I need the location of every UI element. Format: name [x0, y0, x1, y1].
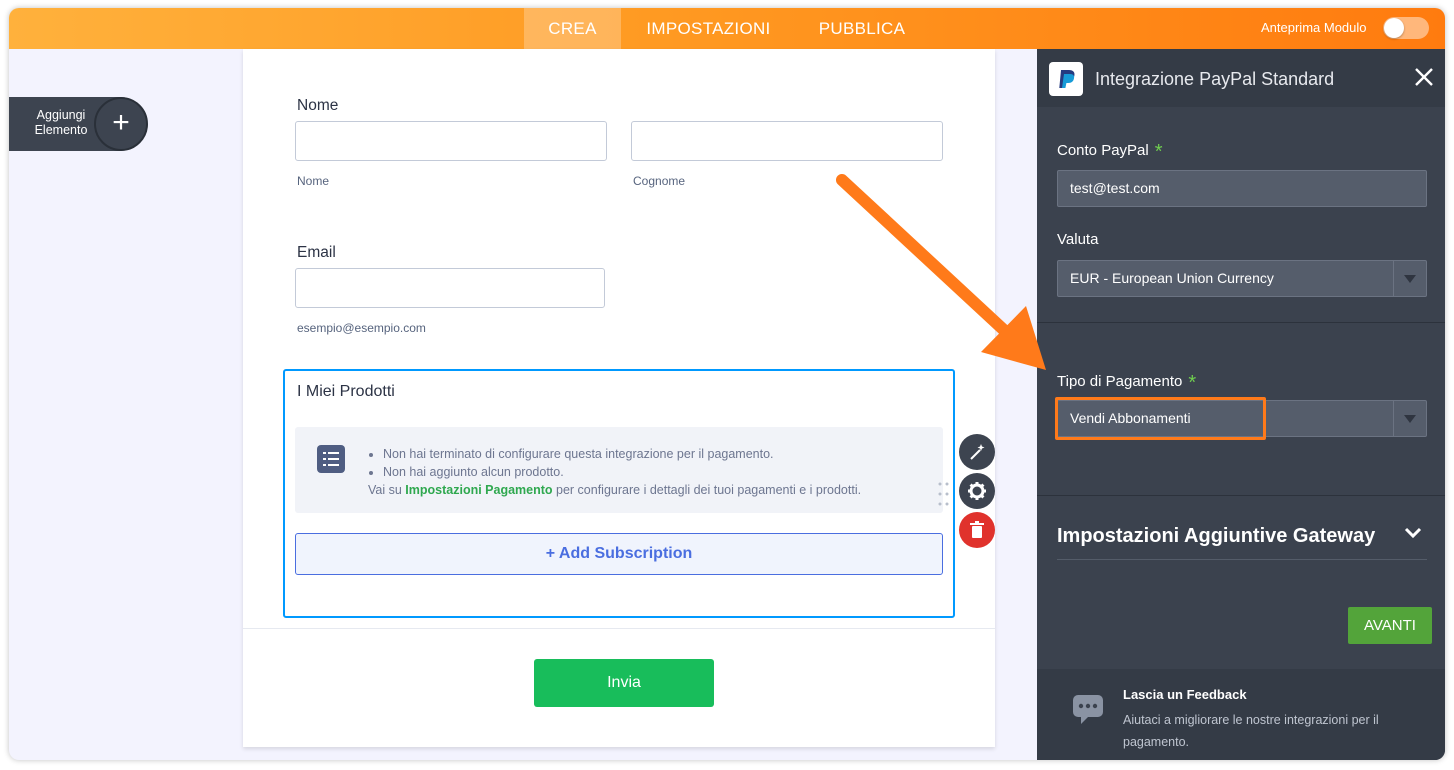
preview-toggle[interactable] [1383, 17, 1429, 39]
toggle-knob [1384, 18, 1404, 38]
next-button[interactable]: AVANTI [1348, 607, 1432, 644]
panel-separator [1037, 322, 1445, 323]
panel-separator [1037, 495, 1445, 496]
paypal-account-label-text: Conto PayPal [1057, 142, 1149, 159]
top-navigation-bar: CREA IMPOSTAZIONI PUBBLICA Anteprima Mod… [9, 8, 1445, 49]
add-element-button[interactable]: Aggiungi Elemento + [9, 97, 148, 151]
tab-crea[interactable]: CREA [524, 8, 621, 49]
magic-wand-icon[interactable] [959, 434, 995, 470]
panel-header: Integrazione PayPal Standard [1037, 49, 1445, 107]
last-name-input[interactable] [631, 121, 943, 161]
trash-icon[interactable] [959, 512, 995, 548]
paypal-integration-panel: Integrazione PayPal Standard Conto PayPa… [1037, 49, 1445, 760]
currency-select[interactable]: EUR - European Union Currency [1057, 260, 1427, 297]
feedback-title[interactable]: Lascia un Feedback [1123, 687, 1247, 702]
panel-title: Integrazione PayPal Standard [1095, 69, 1335, 89]
payment-type-label: Tipo di Pagamento * [1057, 372, 1196, 395]
payment-settings-link[interactable]: Impostazioni Pagamento [405, 483, 552, 497]
close-icon[interactable] [1413, 66, 1435, 88]
first-name-sublabel: Nome [297, 174, 330, 188]
tab-pubblica[interactable]: PUBBLICA [805, 8, 919, 49]
notice-list: Non hai terminato di configurare questa … [383, 445, 774, 481]
required-asterisk-icon: * [1154, 141, 1163, 163]
paypal-account-label: Conto PayPal * [1057, 141, 1163, 164]
currency-value: EUR - European Union Currency [1070, 270, 1274, 286]
payment-type-highlight [1055, 397, 1266, 440]
products-field[interactable]: I Miei Prodotti Non hai terminato di con… [283, 369, 955, 618]
notice-item: Non hai terminato di configurare questa … [383, 445, 774, 463]
required-asterisk-icon: * [1188, 372, 1197, 394]
drag-handle-icon[interactable] [937, 481, 951, 507]
email-input[interactable] [295, 268, 605, 308]
last-name-sublabel: Cognome [633, 174, 686, 188]
additional-gateway-settings-toggle[interactable]: Impostazioni Aggiuntive Gateway [1057, 525, 1375, 548]
payment-type-label-text: Tipo di Pagamento [1057, 373, 1183, 390]
notice-hint: Vai su Impostazioni Pagamento per config… [368, 483, 861, 497]
submit-button[interactable]: Invia [534, 659, 714, 707]
currency-label: Valuta [1057, 231, 1099, 248]
paypal-account-input[interactable]: test@test.com [1057, 170, 1427, 207]
chevron-down-icon [1393, 401, 1426, 436]
name-label: Nome [297, 97, 339, 114]
feedback-section: Lascia un Feedback Aiutaci a migliorare … [1037, 669, 1445, 760]
hint-suffix: per configurare i dettagli dei tuoi paga… [552, 483, 862, 497]
add-subscription-button[interactable]: + Add Subscription [295, 533, 943, 575]
chevron-down-icon[interactable] [1403, 525, 1423, 541]
first-name-input[interactable] [295, 121, 607, 161]
email-sublabel: esempio@esempio.com [297, 321, 426, 335]
products-title: I Miei Prodotti [297, 383, 395, 400]
form-divider [243, 628, 995, 629]
plus-icon[interactable]: + [94, 97, 148, 151]
checklist-icon [317, 445, 345, 473]
payment-notice: Non hai terminato di configurare questa … [295, 427, 943, 513]
gear-icon[interactable] [959, 473, 995, 509]
form-canvas: Nome Nome Cognome Email esempio@esempio.… [243, 49, 995, 747]
notice-item: Non hai aggiunto alcun prodotto. [383, 463, 774, 481]
add-element-label: Aggiungi Elemento [34, 108, 88, 137]
feedback-text: Aiutaci a migliorare le nostre integrazi… [1123, 713, 1379, 749]
chevron-down-icon [1393, 261, 1426, 296]
app-window: CREA IMPOSTAZIONI PUBBLICA Anteprima Mod… [9, 8, 1445, 760]
preview-label: Anteprima Modulo [1261, 20, 1367, 35]
chat-bubble-icon [1073, 695, 1103, 724]
hint-prefix: Vai su [368, 483, 406, 497]
email-label: Email [297, 244, 336, 261]
section-underline [1057, 559, 1427, 560]
paypal-logo-icon [1049, 62, 1083, 96]
tab-impostazioni[interactable]: IMPOSTAZIONI [634, 8, 783, 49]
